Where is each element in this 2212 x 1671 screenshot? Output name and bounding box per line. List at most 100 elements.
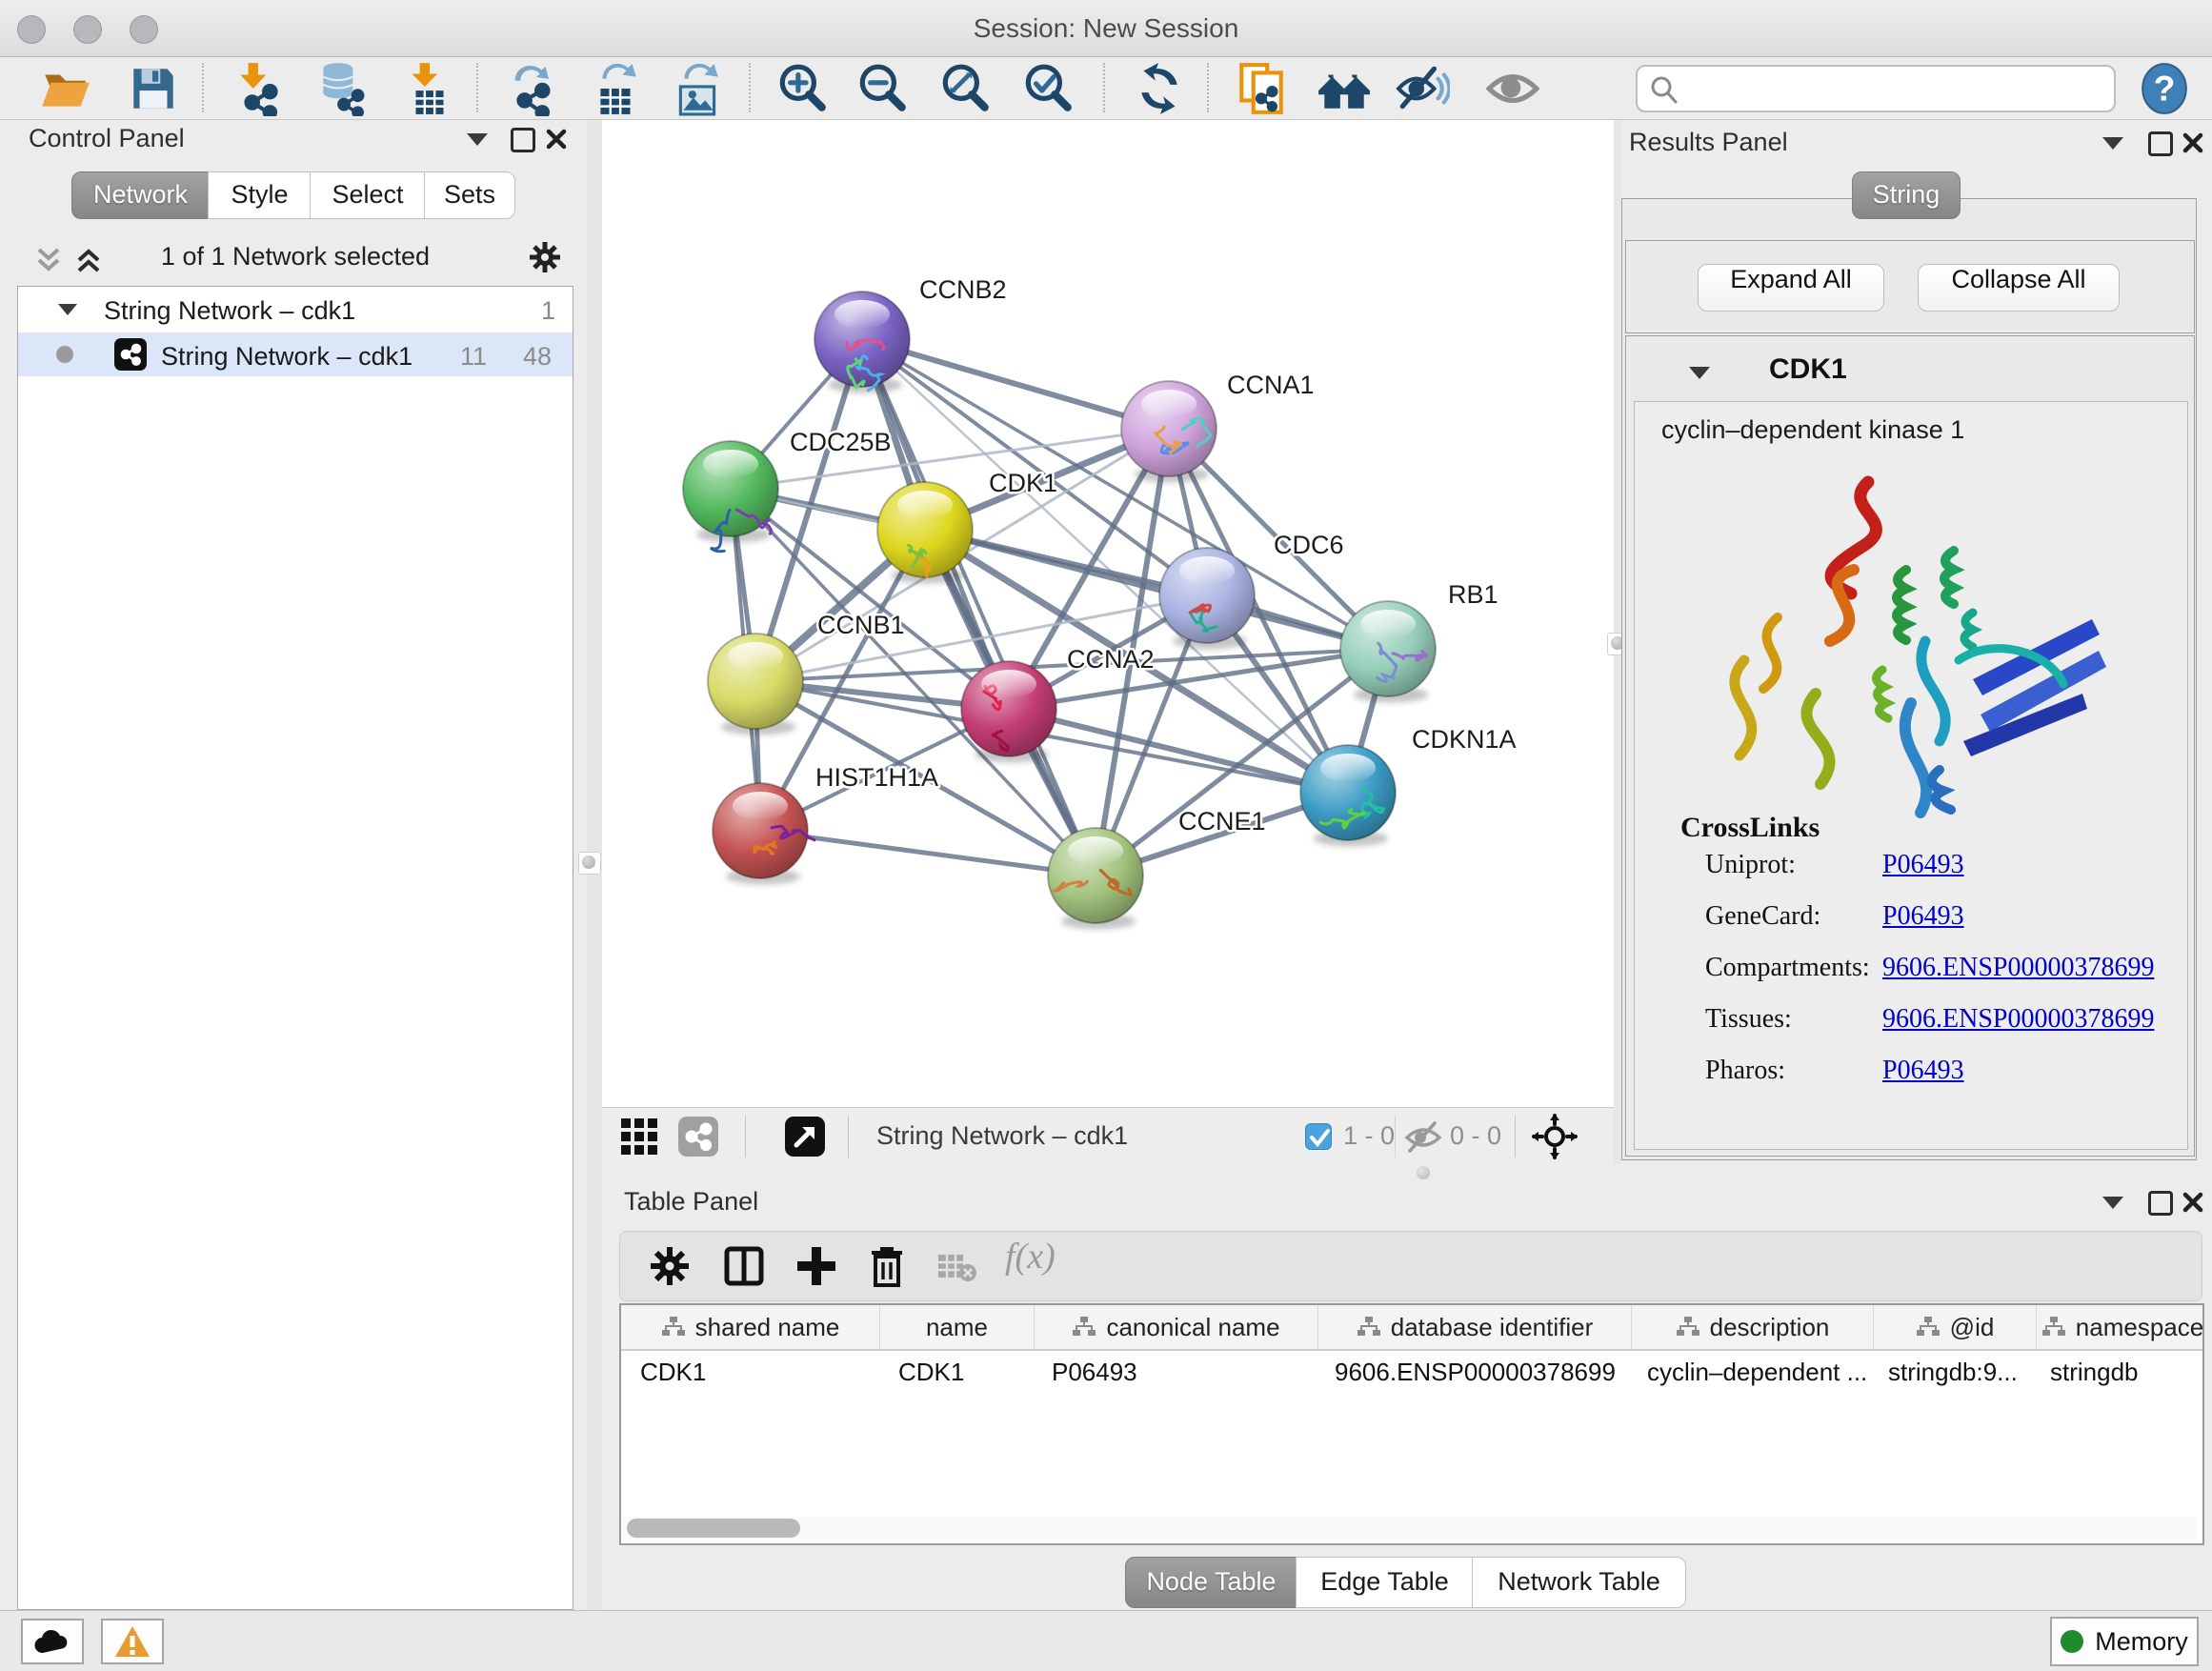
table-options-gear-icon[interactable] (647, 1243, 693, 1289)
table-horizontal-scrollbar[interactable] (623, 1517, 2197, 1540)
network-view-icon[interactable] (676, 1115, 720, 1158)
section-expander-icon[interactable] (1689, 367, 1710, 379)
network-node-CDC25B[interactable] (683, 441, 778, 552)
close-panel-icon[interactable] (2182, 131, 2204, 154)
crosslink-link[interactable]: 9606.ENSP00000378699 (1882, 953, 2154, 983)
add-column-icon[interactable] (794, 1243, 839, 1289)
grid-view-icon[interactable] (617, 1115, 661, 1158)
collapse-all-button[interactable]: Collapse All (1918, 264, 2120, 312)
search-input[interactable] (1687, 70, 2101, 105)
left-splitter-handle[interactable] (578, 852, 601, 875)
selected-checkbox[interactable] (1305, 1123, 1332, 1150)
delete-column-icon[interactable] (864, 1243, 910, 1289)
network-node-RB1[interactable] (1340, 601, 1436, 703)
table-cell[interactable]: cyclin–dependent ... (1628, 1351, 1869, 1393)
network-node-HIST1H1A[interactable] (713, 783, 814, 885)
network-row-selected[interactable]: String Network – cdk1 11 48 (18, 332, 573, 376)
memory-button[interactable]: Memory (2050, 1617, 2199, 1666)
expand-all-tree-icon[interactable] (72, 244, 105, 276)
warnings-button[interactable] (101, 1619, 164, 1664)
open-in-new-window-icon[interactable] (783, 1115, 827, 1158)
network-graph[interactable]: CCNB2CCNA1CDC25BCDK1CDC6RB1CCNB1CCNA2CDK… (602, 120, 1614, 1107)
tab-style[interactable]: Style (208, 171, 312, 219)
zoom-out-button[interactable] (855, 61, 910, 116)
zoom-in-button[interactable] (774, 61, 830, 116)
tab-node-table[interactable]: Node Table (1125, 1557, 1297, 1608)
column-header-canonical-name[interactable]: canonical name (1035, 1305, 1318, 1349)
network-collection-row[interactable]: String Network – cdk1 1 (18, 289, 573, 332)
network-node-CCNE1[interactable] (1048, 828, 1143, 930)
network-node-CDK1[interactable] (877, 482, 973, 584)
export-image-button[interactable] (671, 61, 726, 116)
close-panel-icon[interactable] (545, 128, 568, 151)
crosslink-link[interactable]: P06493 (1882, 1056, 1964, 1086)
delete-table-icon[interactable] (936, 1249, 976, 1283)
scrollbar-thumb[interactable] (627, 1519, 800, 1538)
tab-edge-table[interactable]: Edge Table (1296, 1557, 1474, 1608)
column-header-database-identifier[interactable]: database identifier (1318, 1305, 1632, 1349)
tab-network-table[interactable]: Network Table (1472, 1557, 1686, 1608)
birds-eye-navigator-icon[interactable] (1532, 1114, 1578, 1159)
export-network-button[interactable] (507, 61, 562, 116)
hide-panel-eye-icon-button[interactable] (1395, 61, 1450, 116)
tab-sets[interactable]: Sets (424, 171, 515, 219)
column-header--id[interactable]: @id (1874, 1305, 2037, 1349)
home-button[interactable] (1317, 61, 1372, 116)
crosslink-link[interactable]: 9606.ENSP00000378699 (1882, 1004, 2154, 1035)
import-network-button[interactable] (232, 61, 288, 116)
network-canvas[interactable]: CCNB2CCNA1CDC25BCDK1CDC6RB1CCNB1CCNA2CDK… (602, 120, 1614, 1107)
table-cell[interactable]: P06493 (1033, 1351, 1316, 1393)
show-panel-eye-icon-button[interactable] (1485, 61, 1540, 116)
panel-menu-icon[interactable] (2102, 1197, 2123, 1209)
help-button[interactable]: ? (2137, 61, 2192, 116)
column-header-namespace[interactable]: namespace (2037, 1305, 2204, 1349)
table-cell[interactable]: CDK1 (621, 1351, 879, 1393)
panel-menu-icon[interactable] (467, 133, 488, 146)
crosslink-link[interactable]: P06493 (1882, 850, 1964, 880)
show-columns-icon[interactable] (721, 1243, 767, 1289)
column-header-description[interactable]: description (1632, 1305, 1874, 1349)
float-panel-icon[interactable] (511, 128, 535, 152)
cloud-button[interactable] (21, 1619, 84, 1664)
network-edge-CCNB2-CCNE1[interactable] (862, 339, 1096, 876)
float-panel-icon[interactable] (2148, 131, 2173, 156)
import-table-button[interactable] (402, 61, 457, 116)
tab-string[interactable]: String (1852, 171, 1961, 219)
column-header-name[interactable]: name (880, 1305, 1035, 1349)
crosslink-link[interactable]: P06493 (1882, 901, 1964, 932)
tree-expander-icon[interactable] (58, 304, 77, 315)
network-node-CDC6[interactable] (1159, 548, 1255, 650)
function-builder-button[interactable]: f(x) (1005, 1236, 1091, 1281)
clone-network-button[interactable] (1234, 61, 1289, 116)
crosslink-label: GeneCard: (1705, 901, 1820, 932)
protein-description: cyclin–dependent kinase 1 (1661, 415, 1964, 445)
refresh-button[interactable] (1132, 61, 1187, 116)
export-table-button[interactable] (589, 61, 644, 116)
table-cell[interactable]: CDK1 (879, 1351, 1033, 1393)
import-network-from-database-button[interactable] (314, 61, 370, 116)
expand-all-button[interactable]: Expand All (1698, 264, 1884, 312)
zoom-selected-button[interactable] (1020, 61, 1076, 116)
network-selection-status: 1 of 1 Network selected (114, 242, 476, 272)
horizontal-splitter-handle[interactable] (1417, 1166, 1430, 1179)
float-panel-icon[interactable] (2148, 1191, 2173, 1216)
panel-menu-icon[interactable] (2102, 137, 2123, 150)
column-header-shared-name[interactable]: shared name (621, 1305, 880, 1349)
search-field[interactable] (1636, 65, 2116, 112)
table-cell[interactable]: 9606.ENSP00000378699 (1316, 1351, 1628, 1393)
collapse-all-tree-icon[interactable] (32, 244, 65, 276)
zoom-fit-button[interactable] (937, 61, 993, 116)
close-panel-icon[interactable] (2182, 1191, 2204, 1214)
network-node-CCNB1[interactable] (708, 634, 803, 735)
tab-select[interactable]: Select (310, 171, 426, 219)
network-node-CDKN1A[interactable] (1300, 745, 1396, 847)
column-flow-icon (2041, 1316, 2066, 1339)
horizontal-splitter[interactable] (602, 1164, 2212, 1181)
save-session-button[interactable] (126, 61, 181, 116)
network-options-gear-icon[interactable] (526, 238, 564, 276)
table-cell[interactable]: stringdb (2031, 1351, 2202, 1393)
open-session-button[interactable] (38, 61, 93, 116)
tab-network[interactable]: Network (71, 171, 210, 219)
table-cell[interactable]: stringdb:9... (1869, 1351, 2031, 1393)
network-node-CCNA1[interactable] (1121, 381, 1217, 483)
